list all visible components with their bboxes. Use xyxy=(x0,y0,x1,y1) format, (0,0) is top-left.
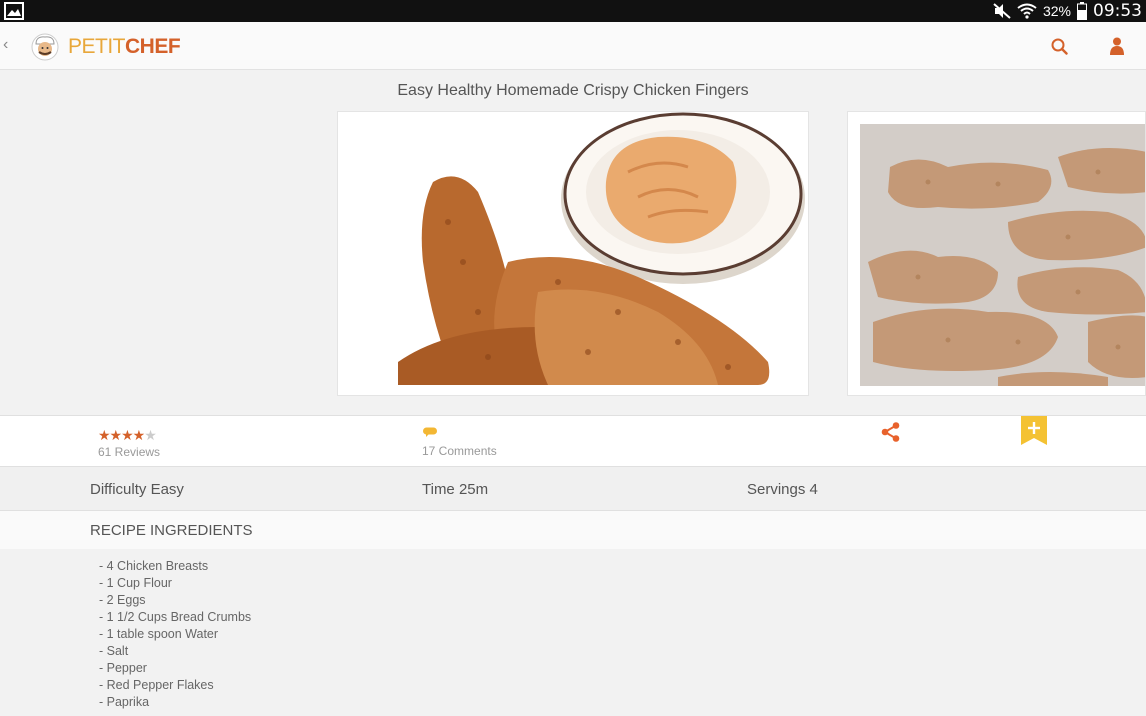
battery-percent: 32% xyxy=(1042,3,1071,19)
ingredient-item: - 2 Eggs xyxy=(99,593,146,607)
ingredient-item: - Pepper xyxy=(99,661,147,675)
recipe-photo-secondary[interactable] xyxy=(847,111,1146,396)
ingredient-item: - 1 Cup Flour xyxy=(99,576,172,590)
recipe-title: Easy Healthy Homemade Crispy Chicken Fin… xyxy=(397,82,749,99)
battery-icon xyxy=(1077,2,1087,20)
difficulty-label: Difficulty Easy xyxy=(90,481,184,498)
star-icon: ★★★★ xyxy=(98,427,145,443)
recipe-stats-row: ★★★★★ 61 Reviews 17 Comments xyxy=(0,415,1146,467)
reviews-count[interactable]: 61 Reviews xyxy=(98,445,160,459)
ingredient-item: - Salt xyxy=(99,644,129,658)
ingredients-title: RECIPE INGREDIENTS xyxy=(90,522,253,539)
comments-count[interactable]: 17 Comments xyxy=(422,444,497,458)
wifi-icon xyxy=(1017,3,1037,19)
baking-sheet-image xyxy=(848,112,1145,395)
chicken-fingers-image xyxy=(338,112,808,395)
time-label: Time 25m xyxy=(422,481,489,498)
ingredients-list: - 4 Chicken Breasts - 1 Cup Flour - 2 Eg… xyxy=(99,559,251,712)
ingredient-item: - Red Pepper Flakes xyxy=(99,678,214,692)
status-bar: 32% 09:53 xyxy=(0,0,1146,22)
user-icon[interactable] xyxy=(1108,36,1126,56)
clock: 09:53 xyxy=(1093,1,1142,21)
rating-stars[interactable]: ★★★★★ xyxy=(98,427,157,444)
gallery-icon xyxy=(4,2,24,20)
ingredient-item: - 4 Chicken Breasts xyxy=(99,559,209,573)
star-empty-icon: ★ xyxy=(144,427,157,443)
search-icon[interactable] xyxy=(1050,37,1068,55)
ingredient-item: - 1 1/2 Cups Bread Crumbs xyxy=(99,610,252,624)
mute-icon xyxy=(993,3,1011,19)
ingredient-item: - Paprika xyxy=(99,695,150,709)
app-bar: ‹ PETITCHEF xyxy=(0,22,1146,70)
ingredient-item: - 1 table spoon Water xyxy=(99,627,219,641)
comment-icon[interactable] xyxy=(422,427,438,437)
recipe-info-row: Difficulty Easy Time 25m Servings 4 xyxy=(0,467,1146,511)
back-icon[interactable]: ‹ xyxy=(3,36,8,54)
chef-logo-icon[interactable] xyxy=(30,32,60,62)
recipe-photo-main[interactable] xyxy=(337,111,809,396)
logo-petit: PETIT xyxy=(68,35,126,58)
brand-logo[interactable]: PETITCHEF xyxy=(68,35,181,59)
share-icon[interactable] xyxy=(879,420,903,444)
servings-label: Servings 4 xyxy=(747,481,818,498)
logo-chef: CHEF xyxy=(125,35,181,58)
ingredients-header: RECIPE INGREDIENTS xyxy=(0,511,1146,549)
add-to-cookbook-icon[interactable] xyxy=(1020,416,1048,446)
